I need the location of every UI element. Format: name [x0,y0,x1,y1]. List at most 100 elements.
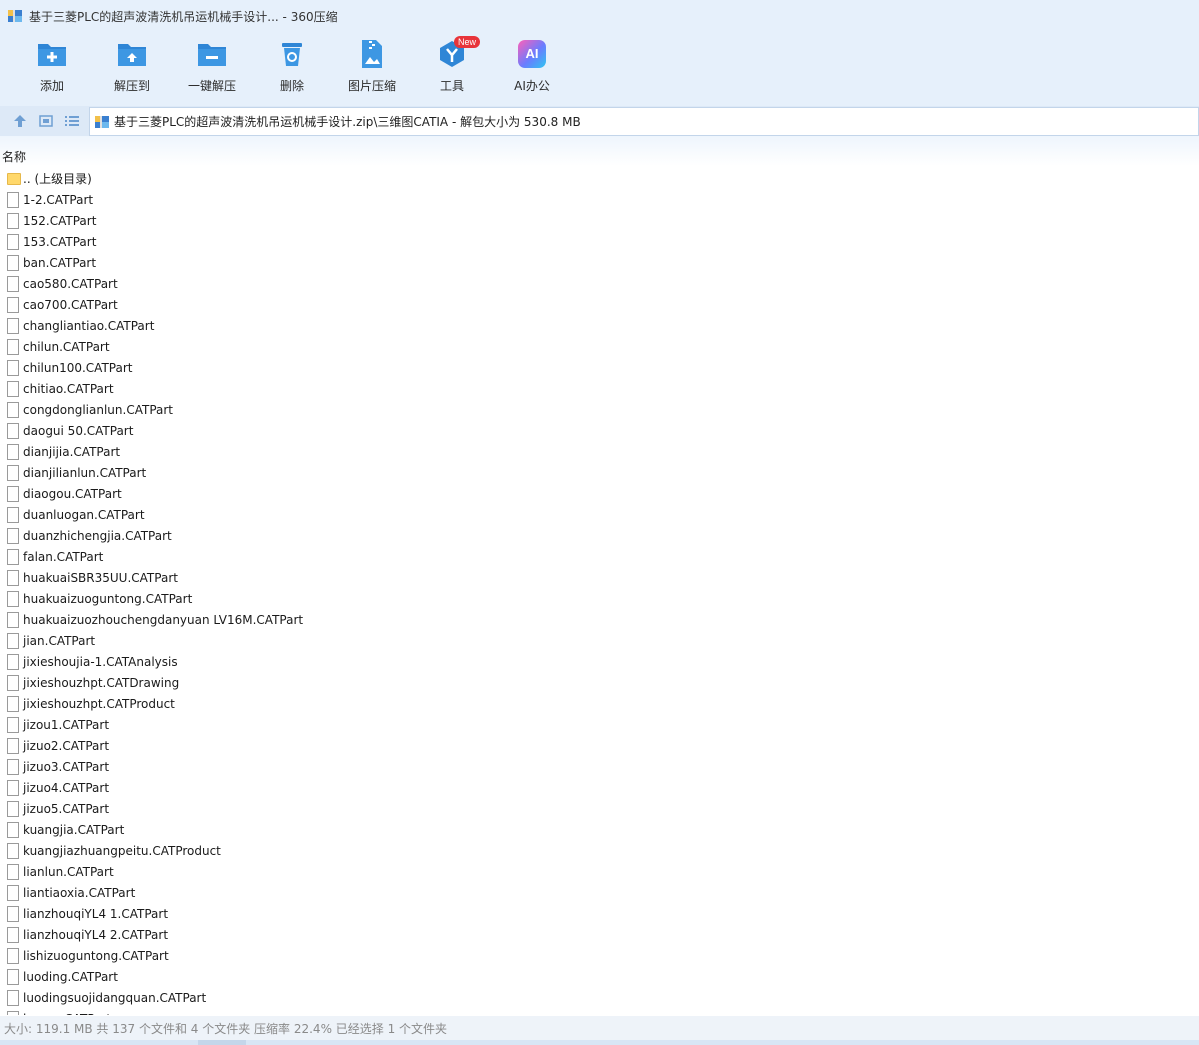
add-button[interactable]: 添加 [12,38,92,100]
file-row[interactable]: kuangjia.CATPart [0,819,1199,840]
status-bar: 大小: 119.1 MB 共 137 个文件和 4 个文件夹 压缩率 22.4%… [0,1016,1199,1040]
file-name: jixieshouzhpt.CATProduct [23,696,175,711]
file-row[interactable]: ban.CATPart [0,252,1199,273]
file-row[interactable]: huakuaiSBR35UU.CATPart [0,567,1199,588]
file-row[interactable]: chilun100.CATPart [0,357,1199,378]
file-row[interactable]: chitiao.CATPart [0,378,1199,399]
file-row[interactable]: lianzhouqiYL4 1.CATPart [0,903,1199,924]
file-row[interactable]: dianjilianlun.CATPart [0,462,1199,483]
current-path: 基于三菱PLC的超声波清洗机吊运机械手设计.zip\三维图CATIA - 解包大… [114,115,581,129]
file-icon [7,464,19,481]
image-compress-label: 图片压缩 [347,79,396,93]
file-icon [7,317,19,334]
image-compress-button[interactable]: 图片压缩 [332,38,412,100]
parent-directory-row[interactable]: .. (上级目录) [0,168,1199,189]
file-row[interactable]: jixieshouzhpt.CATProduct [0,693,1199,714]
file-name: lishizuoguntong.CATPart [23,948,169,963]
file-row[interactable]: lianlun.CATPart [0,861,1199,882]
file-row[interactable]: huakuaizuoguntong.CATPart [0,588,1199,609]
status-text: 大小: 119.1 MB 共 137 个文件和 4 个文件夹 压缩率 22.4%… [4,1021,448,1036]
file-row[interactable]: cao580.CATPart [0,273,1199,294]
column-header-name[interactable]: 名称 [2,148,26,165]
file-name: jizuo2.CATPart [23,738,110,753]
file-icon [7,548,19,565]
ai-icon-text: AI [525,46,539,61]
one-click-extract-icon [196,38,228,70]
file-row[interactable]: daogui 50.CATPart [0,420,1199,441]
window-title: 基于三菱PLC的超声波清洗机吊运机械手设计... - 360压缩 [29,9,338,24]
file-name: chilun.CATPart [23,339,110,354]
file-row[interactable]: lianzhouqiYL4 2.CATPart [0,924,1199,945]
extract-to-icon [116,38,148,70]
file-icon [7,527,19,544]
address-bar[interactable]: 基于三菱PLC的超声波清洗机吊运机械手设计.zip\三维图CATIA - 解包大… [89,107,1199,136]
file-row[interactable]: 1-2.CATPart [0,189,1199,210]
file-row[interactable]: 152.CATPart [0,210,1199,231]
file-name: huakuaiSBR35UU.CATPart [23,570,178,585]
file-name: jixieshouzhpt.CATDrawing [23,675,180,690]
file-row[interactable]: jizuo5.CATPart [0,798,1199,819]
file-icon [7,968,19,985]
tools-button[interactable]: New 工具 [412,36,492,100]
folder-icon [7,171,21,187]
file-row[interactable]: jixieshouzhpt.CATDrawing [0,672,1199,693]
one-click-extract-label: 一键解压 [187,79,236,93]
file-row[interactable]: jizuo4.CATPart [0,777,1199,798]
file-row[interactable]: congdonglianlun.CATPart [0,399,1199,420]
file-row[interactable]: duanzhichengjia.CATPart [0,525,1199,546]
file-icon [7,569,19,586]
file-row[interactable]: duanluogan.CATPart [0,504,1199,525]
file-row[interactable]: 153.CATPart [0,231,1199,252]
new-badge: New [454,36,481,48]
file-row[interactable]: diaogou.CATPart [0,483,1199,504]
file-name: jixieshoujia-1.CATAnalysis [23,654,178,669]
one-click-extract-button[interactable]: 一键解压 [172,38,252,100]
file-row[interactable]: chilun.CATPart [0,336,1199,357]
scrollbar-thumb[interactable] [198,1040,246,1045]
file-icon [7,380,19,397]
file-name: lianzhouqiYL4 2.CATPart [23,927,169,942]
file-row[interactable]: falan.CATPart [0,546,1199,567]
file-icon [7,884,19,901]
file-row[interactable]: cao700.CATPart [0,294,1199,315]
file-row[interactable]: luomu.CATPart [0,1008,1199,1015]
archive-app-icon [7,8,23,24]
up-arrow-icon[interactable] [12,113,28,129]
file-row[interactable]: jian.CATPart [0,630,1199,651]
horizontal-scrollbar[interactable] [0,1040,1199,1045]
file-row[interactable]: changliantiao.CATPart [0,315,1199,336]
file-row[interactable]: dianjijia.CATPart [0,441,1199,462]
file-icon [7,947,19,964]
file-row[interactable]: lishizuoguntong.CATPart [0,945,1199,966]
file-name: duanluogan.CATPart [23,507,145,522]
file-row[interactable]: luodingsuojidangquan.CATPart [0,987,1199,1008]
file-row[interactable]: luoding.CATPart [0,966,1199,987]
file-row[interactable]: jizou1.CATPart [0,714,1199,735]
file-icon [7,506,19,523]
file-icon [7,632,19,649]
file-name: kuangjiazhuangpeitu.CATProduct [23,843,221,858]
file-name: daogui 50.CATPart [23,423,134,438]
file-row[interactable]: kuangjiazhuangpeitu.CATProduct [0,840,1199,861]
file-row[interactable]: jixieshoujia-1.CATAnalysis [0,651,1199,672]
file-name: jizuo4.CATPart [23,780,110,795]
file-name: jizuo5.CATPart [23,801,110,816]
file-row[interactable]: liantiaoxia.CATPart [0,882,1199,903]
file-icon [7,212,19,229]
list-view-icon[interactable] [64,113,80,129]
file-icon [7,1010,19,1015]
file-name: liantiaoxia.CATPart [23,885,136,900]
file-icon [7,485,19,502]
thumbnail-view-icon[interactable] [38,113,54,129]
file-row[interactable]: jizuo2.CATPart [0,735,1199,756]
file-row[interactable]: jizuo3.CATPart [0,756,1199,777]
file-name: 1-2.CATPart [23,192,94,207]
extract-to-button[interactable]: 解压到 [92,38,172,100]
delete-button[interactable]: 删除 [252,38,332,100]
file-icon [7,296,19,313]
file-icon [7,422,19,439]
file-name: luomu.CATPart [23,1012,111,1016]
file-row[interactable]: huakuaizuozhouchengdanyuan LV16M.CATPart [0,609,1199,630]
ai-office-button[interactable]: AI AI办公 [492,38,572,100]
file-icon [7,443,19,460]
